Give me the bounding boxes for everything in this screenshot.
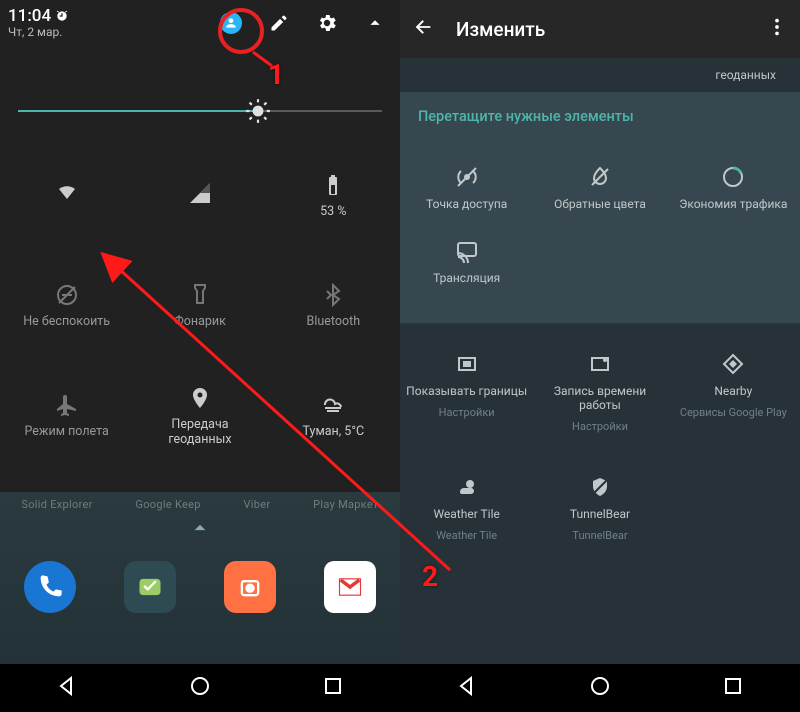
annotation-arrow	[0, 0, 800, 712]
